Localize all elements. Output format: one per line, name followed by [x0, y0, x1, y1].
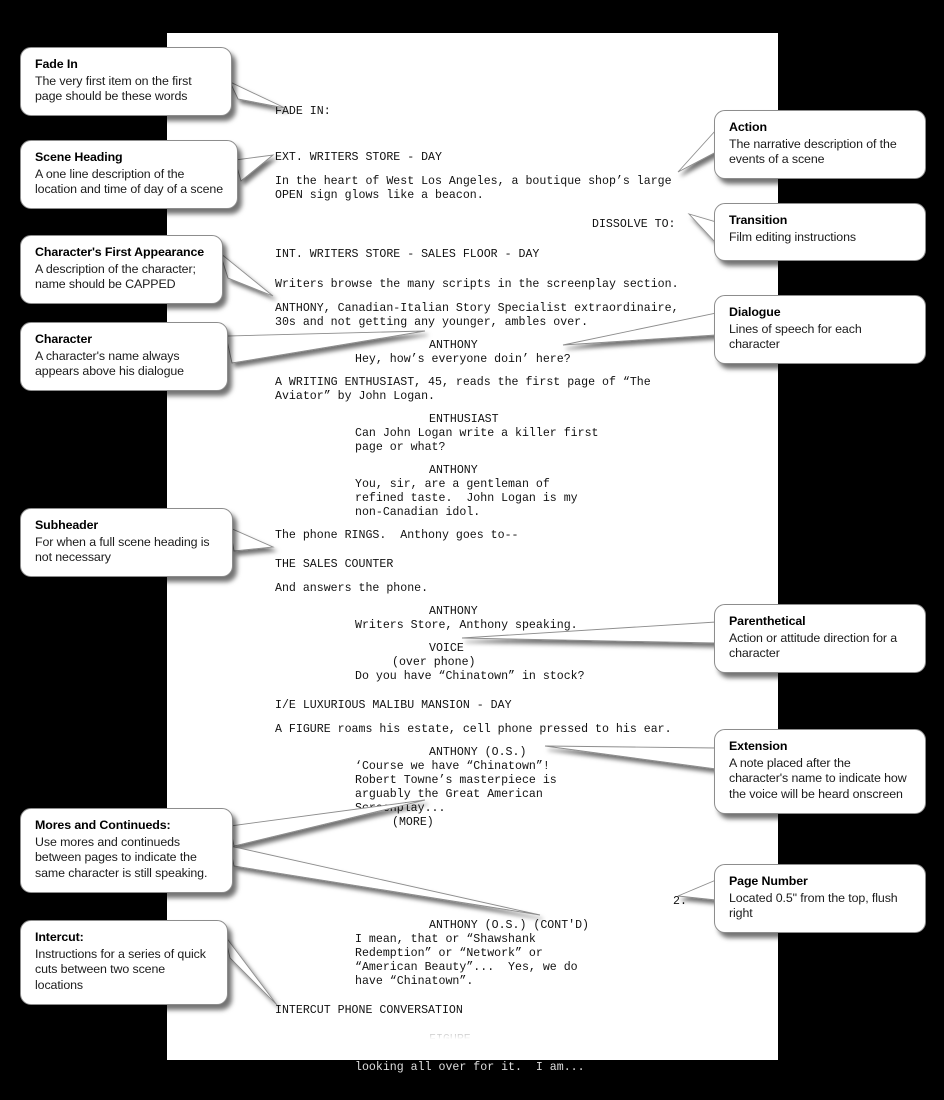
script-line-scene-heading: EXT. WRITERS STORE - DAY — [275, 151, 442, 164]
script-line-dialogue: have “Chinatown”. — [355, 975, 474, 988]
script-line-dialogue: Screenplay... — [355, 802, 446, 815]
script-line-dialogue: Robert Towne’s masterpiece is — [355, 774, 557, 787]
script-line-subheader: THE SALES COUNTER — [275, 558, 394, 571]
callout-title-intercut: Intercut: — [35, 930, 84, 944]
callout-title-dialogue: Dialogue — [729, 305, 781, 319]
callout-body-subheader: For when a full scene heading is not nec… — [35, 534, 210, 565]
script-line-action: Aviator” by John Logan. — [275, 390, 436, 403]
script-line-parenthetical: (over phone) — [392, 656, 476, 669]
callout-title-extension: Extension — [729, 739, 788, 753]
script-line-character: ANTHONY (O.S.) (CONT'D) — [429, 919, 590, 932]
script-line-subheader: INTERCUT PHONE CONVERSATION — [275, 1004, 463, 1017]
callout-body-mores-and-continueds: Use mores and continueds between pages t… — [35, 834, 208, 881]
callout-fade-in: Fade In The very first item on the first … — [20, 47, 232, 117]
script-line-character: VOICE — [429, 642, 464, 655]
callout-title-transition: Transition — [729, 213, 788, 227]
script-line-action: A FIGURE roams his estate, cell phone pr… — [275, 723, 672, 736]
script-line-dialogue: looking all over for it. I am... — [355, 1061, 585, 1074]
script-line-character: ANTHONY — [429, 339, 478, 352]
callout-body-scene-heading: A one line description of the location a… — [35, 166, 223, 197]
script-line-page-number: 2. — [673, 895, 687, 908]
callout-title-page-number: Page Number — [729, 874, 808, 888]
script-line-more: (MORE) — [392, 816, 434, 829]
script-line-scene-heading: I/E LUXURIOUS MALIBU MANSION - DAY — [275, 699, 512, 712]
script-line-transition: FADE IN: — [275, 105, 331, 118]
callout-character-first-appearance: Character's First Appearance A descriptio… — [20, 235, 223, 305]
script-line-action: And answers the phone. — [275, 582, 429, 595]
script-line-dialogue: Hey, how’s everyone doin’ here? — [355, 353, 571, 366]
callout-title-character-first-appearance: Character's First Appearance — [35, 245, 205, 259]
callout-body-character: A character's name always appears above … — [35, 348, 184, 379]
callout-title-fade-in: Fade In — [35, 57, 78, 71]
callout-body-transition: Film editing instructions — [729, 229, 856, 244]
callout-title-parenthetical: Parenthetical — [729, 614, 806, 628]
callout-body-dialogue: Lines of speech for each character — [729, 321, 862, 352]
callout-action: Action The narrative description of the e… — [714, 110, 926, 180]
script-line-character: ANTHONY (O.S.) — [429, 746, 527, 759]
callout-mores-and-continueds: Mores and Continueds: Use mores and conti… — [20, 808, 233, 893]
script-line-character: ANTHONY — [429, 464, 478, 477]
script-line-action: In the heart of West Los Angeles, a bout… — [275, 175, 672, 188]
callout-body-action: The narrative description of the events … — [729, 136, 897, 167]
callout-intercut: Intercut: Instructions for a series of qu… — [20, 920, 228, 1005]
script-line-dialogue: Can John Logan write a killer first — [355, 427, 599, 440]
callout-body-page-number: Located 0.5" from the top, flush right — [729, 890, 898, 921]
callout-dialogue: Dialogue Lines of speech for each charact… — [714, 295, 926, 365]
script-line-dialogue: You, sir, are a gentleman of — [355, 478, 550, 491]
callout-body-parenthetical: Action or attitude direction for a chara… — [729, 630, 898, 661]
screenplay-format-diagram: FADE IN: EXT. WRITERS STORE - DAY In the h… — [0, 0, 944, 1100]
script-line-action: The phone RINGS. Anthony goes to-- — [275, 529, 519, 542]
callout-title-character: Character — [35, 332, 92, 346]
callout-page-number: Page Number Located 0.5" from the top, fl… — [714, 864, 926, 934]
script-line-dialogue: page or what? — [355, 441, 446, 454]
callout-parenthetical: Parenthetical Action or attitude directio… — [714, 604, 926, 674]
callout-title-mores-and-continueds: Mores and Continueds: — [35, 818, 171, 832]
script-line-dialogue: “American Beauty”... Yes, we do — [355, 961, 578, 974]
callout-body-extension: A note placed after the character's name… — [729, 755, 907, 802]
script-line-dialogue: That is such great news. I’ve been — [355, 1047, 599, 1060]
script-line-action: ANTHONY, Canadian-Italian Story Speciali… — [275, 302, 679, 315]
script-line-action: Writers browse the many scripts in the s… — [275, 278, 679, 291]
script-line-dialogue: refined taste. John Logan is my — [355, 492, 578, 505]
script-line-dialogue: Writers Store, Anthony speaking. — [355, 619, 578, 632]
callout-body-intercut: Instructions for a series of quick cuts … — [35, 946, 206, 993]
callout-body-fade-in: The very first item on the first page sh… — [35, 73, 192, 104]
callout-extension: Extension A note placed after the charact… — [714, 729, 926, 814]
script-line-action: OPEN sign glows like a beacon. — [275, 189, 484, 202]
script-text-body: FADE IN: EXT. WRITERS STORE - DAY In the h… — [167, 33, 778, 1074]
callout-title-scene-heading: Scene Heading — [35, 150, 123, 164]
callout-transition: Transition Film editing instructions — [714, 203, 926, 261]
script-line-dialogue: non-Canadian idol. — [355, 506, 481, 519]
script-line-dialogue: Do you have “Chinatown” in stock? — [355, 670, 585, 683]
script-line-action: A WRITING ENTHUSIAST, 45, reads the firs… — [275, 376, 651, 389]
callout-subheader: Subheader For when a full scene heading i… — [20, 508, 233, 578]
callout-body-character-first-appearance: A description of the character; name sho… — [35, 261, 196, 292]
script-line-dialogue: arguably the Great American — [355, 788, 543, 801]
script-line-character: FIGURE — [429, 1033, 471, 1046]
script-line-action: 30s and not getting any younger, ambles … — [275, 316, 589, 329]
script-line-character: ANTHONY — [429, 605, 478, 618]
script-line-scene-heading: INT. WRITERS STORE - SALES FLOOR - DAY — [275, 248, 540, 261]
script-line-character: ENTHUSIAST — [429, 413, 499, 426]
script-line-dialogue: ‘Course we have “Chinatown”! — [355, 760, 550, 773]
script-line-transition: DISSOLVE TO: — [592, 218, 676, 231]
script-line-dialogue: I mean, that or “Shawshank — [355, 933, 536, 946]
callout-title-action: Action — [729, 120, 767, 134]
callout-character: Character A character's name always appea… — [20, 322, 228, 392]
script-page: FADE IN: EXT. WRITERS STORE - DAY In the h… — [167, 33, 778, 1074]
callout-title-subheader: Subheader — [35, 518, 99, 532]
callout-scene-heading: Scene Heading A one line description of t… — [20, 140, 238, 210]
script-line-dialogue: Redemption” or “Network” or — [355, 947, 543, 960]
